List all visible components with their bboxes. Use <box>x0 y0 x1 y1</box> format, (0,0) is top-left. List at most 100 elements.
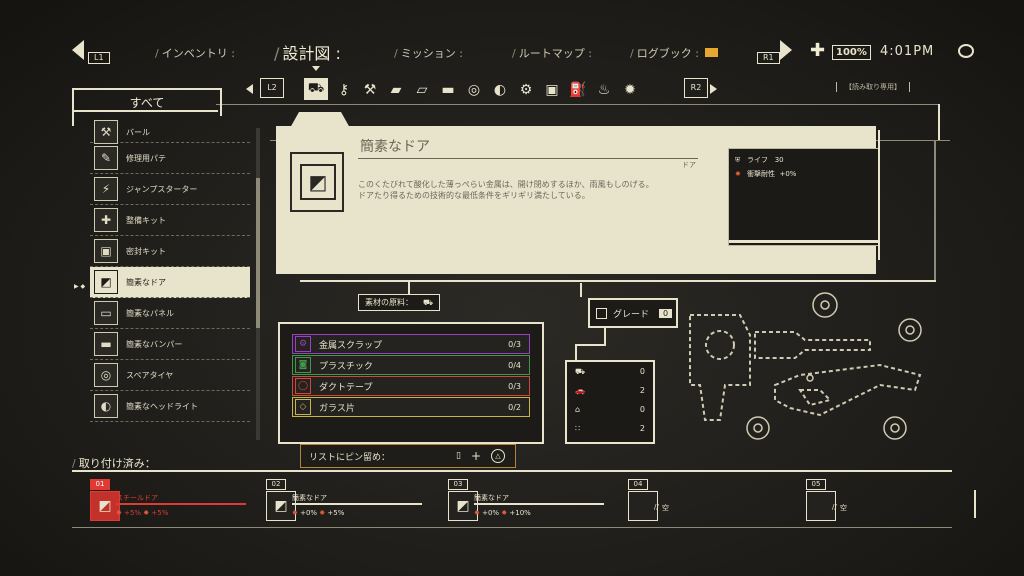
duct-tape-icon: ◯ <box>295 378 311 394</box>
clock: 4:01PM <box>880 44 935 59</box>
gear-icon[interactable]: ✹ <box>620 80 640 100</box>
slot-stats: ✸ +0% ✸ +5% <box>292 509 345 517</box>
vehicle-icon: ⛟ <box>423 297 434 307</box>
tire-icon[interactable]: ◎ <box>464 80 484 100</box>
frame-line <box>72 112 74 126</box>
category-icons: ⚷ ⚒ ▰ ▱ ▬ ◎ ◐ ⚙ ▣ ⛽ ♨ ✹ <box>334 80 664 100</box>
installed-slot[interactable]: 03 ◩ 簡素なドア ✸ +0% ✸ +10% <box>444 477 614 525</box>
detail-description-2: ドアたり得るための技術的な最低条件をギリギリ満たしている。 <box>358 191 590 200</box>
tab-route-map[interactable]: / ルートマップ : <box>512 45 592 61</box>
tab-blueprints[interactable]: / 設計図 : <box>274 40 341 64</box>
pin-label: リストにピン留め： <box>309 452 391 463</box>
shield-icon: ⛨ <box>735 155 741 164</box>
r1-button[interactable]: R1 <box>757 45 780 64</box>
slot-number: 01 <box>90 479 110 490</box>
slot-stats: ✸ +5% ✸ +5% <box>116 509 169 517</box>
cost-value: 0 <box>639 367 645 376</box>
sidebar-item-label: 簡素なドア <box>126 277 166 287</box>
l2-button[interactable]: L2 <box>260 78 284 98</box>
frame-line <box>974 490 976 518</box>
stat-life: ⛨ ライフ 30 <box>735 155 784 165</box>
slot-number: 03 <box>448 479 468 490</box>
sidebar-item-label: 整備キット <box>126 215 166 225</box>
car-icon: 🚗 <box>575 386 585 395</box>
count-icon: ∷ <box>575 424 581 433</box>
cost-row: ⌂ 0 <box>567 400 653 419</box>
stat-bar <box>729 240 879 243</box>
nav-right-arrow-icon[interactable] <box>780 40 792 60</box>
category-right-arrow-icon[interactable] <box>710 84 717 94</box>
sidebar-item[interactable]: ✚ 整備キット <box>90 205 250 236</box>
putty-icon: ✎ <box>94 146 118 170</box>
grade-value: 0 <box>659 308 673 318</box>
sidebar-item-label: ジャンプスターター <box>126 184 198 194</box>
material-row: ⚙ 金属スクラップ 0/3 <box>292 334 530 354</box>
slot-bar <box>292 503 422 505</box>
sidebar-item[interactable]: ▭ 簡素なパネル <box>90 298 250 329</box>
tools-icon[interactable]: ⚒ <box>360 80 380 100</box>
sidebar-item[interactable]: ◎ スペアタイヤ <box>90 360 250 391</box>
triangle-button-icon[interactable]: △ <box>491 449 505 463</box>
tab-inventory[interactable]: / インベントリ : <box>155 45 235 61</box>
plate-icon[interactable]: ▰ <box>386 80 406 100</box>
l1-button[interactable]: L1 <box>88 45 110 64</box>
detail-description-1: このくたびれて酸化した薄っぺらい金属は、開け閉めするほか、雨風もしのげる。 <box>358 180 654 189</box>
sidebar-item[interactable]: ⚒ バール <box>90 120 250 144</box>
sidebar-item[interactable]: ◩ 簡素なドア <box>90 267 250 298</box>
pin-to-list-button[interactable]: リストにピン留め： ▯ + △ <box>300 444 516 468</box>
installed-slot[interactable]: 05 空// <box>802 477 972 525</box>
detail-subtitle: ドア <box>682 161 696 169</box>
installed-slot[interactable]: 02 ◩ 簡素なドア ✸ +0% ✸ +5% <box>262 477 432 525</box>
frame-line <box>934 140 936 280</box>
panel-icon[interactable]: ▱ <box>412 80 432 100</box>
plastic-icon: ◙ <box>295 357 311 373</box>
sidebar-item[interactable]: ▣ 密封キット <box>90 236 250 267</box>
slot-name: 空 <box>662 504 669 512</box>
frame-line <box>300 280 936 282</box>
vehicle-icon: ⛟ <box>575 366 586 376</box>
engine-icon[interactable]: ⚙ <box>516 80 536 100</box>
glass-icon: ◇ <box>295 399 311 415</box>
sidebar-item-label: 修理用パテ <box>126 153 166 163</box>
installed-header: / 取り付け済み： <box>72 457 156 470</box>
sidebar-item[interactable]: ✎ 修理用パテ <box>90 143 250 174</box>
material-count: 0/2 <box>508 402 521 412</box>
fuel-icon[interactable]: ⛽ <box>568 80 588 100</box>
slot-number: 02 <box>266 479 286 490</box>
nav-left-arrow-icon[interactable] <box>72 40 84 60</box>
wrench-key-icon[interactable]: ⚷ <box>334 80 354 100</box>
sidebar-item[interactable]: ⚡ ジャンプスターター <box>90 174 250 205</box>
blueprint-list: ⚒ バール ✎ 修理用パテ ⚡ ジャンプスターター ✚ 整備キット ▣ 密封キット ◩ 簡素なドア ▭ 簡… <box>90 120 250 422</box>
metal-scrap-icon: ⚙ <box>295 336 311 352</box>
slot-bar <box>474 503 604 505</box>
spray-icon[interactable]: ♨ <box>594 80 614 100</box>
tab-logbook[interactable]: / ログブック : <box>630 45 699 61</box>
category-left-arrow-icon[interactable] <box>246 84 253 94</box>
list-scrollbar[interactable] <box>256 128 260 440</box>
sidebar-item[interactable]: ▬ 簡素なバンパー <box>90 329 250 360</box>
r2-button[interactable]: R2 <box>684 78 708 98</box>
car-door-icon[interactable]: ⛟ <box>304 78 328 100</box>
cost-panel: ⛟ 0 🚗 2 ⌂ 0 ∷ 2 <box>565 360 655 444</box>
installed-slot[interactable]: 01 ◩ スチールドア ✸ +5% ✸ +5% <box>86 477 256 525</box>
sidebar-tab[interactable]: すべて <box>72 88 222 116</box>
material-row: ◯ ダクトテープ 0/3 <box>292 376 530 396</box>
material-name: ダクトテープ <box>319 382 373 393</box>
sidebar-item[interactable]: ◐ 簡素なヘッドライト <box>90 391 250 422</box>
headlight-icon[interactable]: ◐ <box>490 80 510 100</box>
impact-icon: ✸ <box>317 509 328 517</box>
tab-missions[interactable]: / ミッション : <box>394 45 463 61</box>
door-icon: ◩ <box>94 270 118 294</box>
plus-icon: + <box>470 449 481 463</box>
material-row: ◇ ガラス片 0/2 <box>292 397 530 417</box>
impact-icon: ✸ <box>474 509 483 517</box>
bumper-icon[interactable]: ▬ <box>438 80 458 100</box>
installed-slot[interactable]: 04 空// <box>624 477 794 525</box>
read-only-label: 【読み取り専用】 <box>836 82 910 92</box>
title-underline <box>358 158 698 159</box>
scrollbar-thumb[interactable] <box>256 178 260 328</box>
battery-icon[interactable]: ▣ <box>542 80 562 100</box>
frame-line <box>72 470 952 472</box>
top-nav: L1 /インベントリ : / 設計図 : / ミッション : / ルートマップ : /… <box>0 0 1024 71</box>
connector-line <box>575 344 605 346</box>
